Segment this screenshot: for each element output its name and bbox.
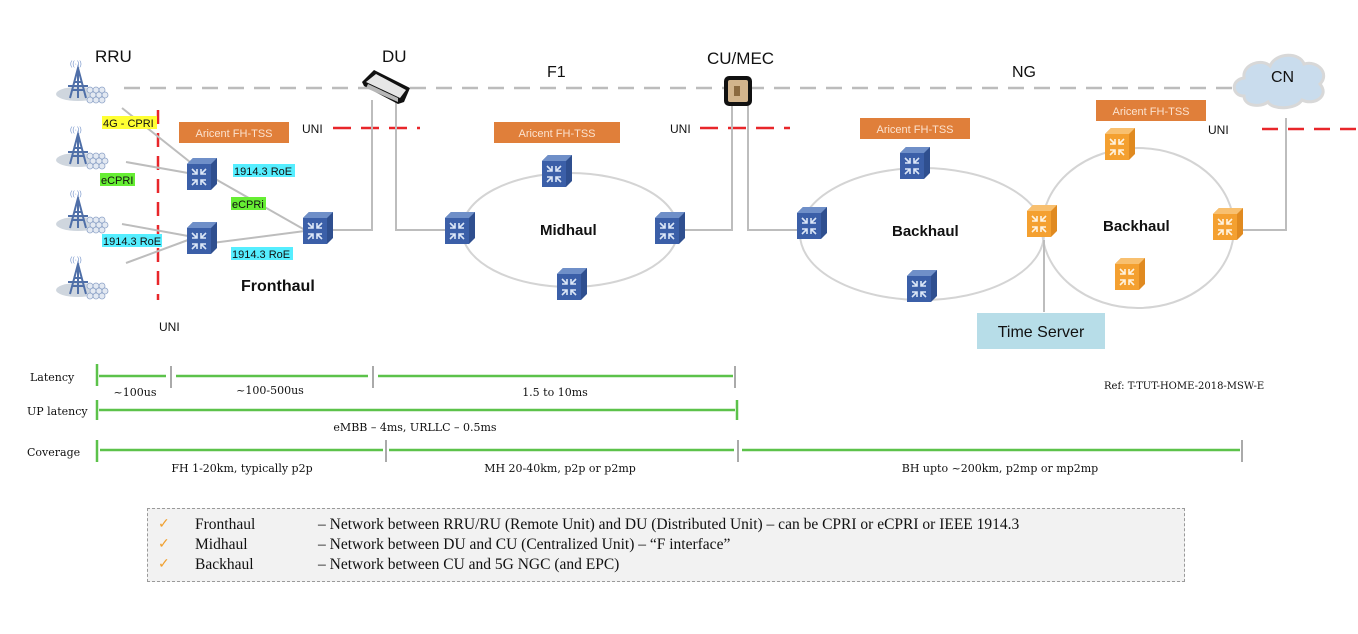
fronthaul-segment-label: Fronthaul <box>241 278 315 295</box>
svg-text:1914.3 RoE: 1914.3 RoE <box>234 166 292 178</box>
latency-value-midhaul: ~100-500us <box>236 384 304 397</box>
rru-tower-4 <box>55 256 109 300</box>
cu-mec-label: CU/MEC <box>707 49 774 68</box>
fronthaul-switch-2 <box>186 221 218 255</box>
backhaul-segment-label-1: Backhaul <box>892 223 959 240</box>
uni-label-cn: UNI <box>1208 123 1229 137</box>
time-server-box: Time Server <box>977 313 1105 349</box>
coverage-row-label: Coverage <box>27 446 80 459</box>
tss-box-midhaul: Aricent FH-TSS <box>494 122 620 143</box>
link-tag-roe-bottom: 1914.3 RoE <box>231 247 293 261</box>
check-icon: ✓ <box>158 557 170 572</box>
svg-text:Aricent FH-TSS: Aricent FH-TSS <box>876 124 953 136</box>
link-tag-ecpri-2: eCPRi <box>231 197 266 211</box>
up-latency-value: eMBB – 4ms, URLLC – 0.5ms <box>333 421 496 434</box>
metric-arrows <box>95 364 1240 462</box>
f1-interface-label: F1 <box>547 64 566 81</box>
backhaul1-switch-left <box>796 206 828 240</box>
up-latency-row-label: UP latency <box>27 405 88 418</box>
backhaul1-switch-bottom <box>906 269 938 303</box>
svg-text:eCPRi: eCPRi <box>232 199 264 211</box>
svg-text:4G - CPRI: 4G - CPRI <box>103 118 154 130</box>
legend-description: – Network between CU and 5G NGC (and EPC… <box>318 556 620 573</box>
uni-label-du: UNI <box>302 122 323 136</box>
svg-text:1914.3 RoE: 1914.3 RoE <box>232 249 290 261</box>
uni-label-fronthaul: UNI <box>159 320 180 334</box>
link-tag-roe-top: 1914.3 RoE <box>233 164 295 178</box>
backhaul-segment-label-2: Backhaul <box>1103 218 1170 235</box>
fronthaul-aggregation-switch <box>302 211 334 245</box>
check-icon: ✓ <box>158 537 170 552</box>
du-device-icon <box>362 70 410 104</box>
backhaul2-switch-top <box>1104 127 1136 161</box>
cu-mec-device-icon <box>724 76 752 106</box>
backhaul-shared-switch <box>1026 204 1058 238</box>
legend-term: Fronthaul <box>195 516 256 533</box>
link-tag-roe-rru: 1914.3 RoE <box>102 234 162 248</box>
metric-dividers <box>170 366 1243 462</box>
legend-description: – Network between RRU/RU (Remote Unit) a… <box>318 516 1020 533</box>
du-label: DU <box>382 47 407 66</box>
svg-text:Aricent FH-TSS: Aricent FH-TSS <box>195 128 272 140</box>
rru-tower-3 <box>55 190 109 234</box>
latency-row-label: Latency <box>30 371 75 384</box>
legend-description: – Network between DU and CU (Centralized… <box>318 536 731 553</box>
midhaul-segment-label: Midhaul <box>540 222 597 239</box>
link-tag-ecpri-1: eCPRI <box>100 173 135 187</box>
latency-value-fronthaul: ~100us <box>114 386 157 399</box>
fronthaul-switch-1 <box>186 157 218 191</box>
backhaul2-switch-bottom <box>1114 257 1146 291</box>
uni-label-cu: UNI <box>670 122 691 136</box>
midhaul-switch-left <box>444 211 476 245</box>
coverage-value-midhaul: MH 20-40km, p2p or p2mp <box>484 462 636 475</box>
midhaul-switch-top <box>541 154 573 188</box>
rru-tower-2 <box>55 126 109 170</box>
svg-text:eCPRI: eCPRI <box>101 175 133 187</box>
cn-label: CN <box>1271 69 1294 86</box>
svg-text:1914.3 RoE: 1914.3 RoE <box>103 236 161 248</box>
legend-term: Backhaul <box>195 556 254 573</box>
backhaul1-switch-top <box>899 146 931 180</box>
rru-label: RRU <box>95 47 132 66</box>
midhaul-switch-bottom <box>556 267 588 301</box>
ng-interface-label: NG <box>1012 64 1036 81</box>
svg-text:Time Server: Time Server <box>998 324 1085 341</box>
check-icon: ✓ <box>158 517 170 532</box>
coverage-value-backhaul: BH upto ~200km, p2mp or mp2mp <box>902 462 1098 475</box>
tss-box-fronthaul: Aricent FH-TSS <box>179 122 289 143</box>
midhaul-switch-right <box>654 211 686 245</box>
tss-box-backhaul-2: Aricent FH-TSS <box>1096 100 1206 121</box>
definitions-legend: ✓ Fronthaul – Network between RRU/RU (Re… <box>147 508 1185 582</box>
link-tag-4g-cpri: 4G - CPRI <box>102 116 157 130</box>
svg-text:Aricent FH-TSS: Aricent FH-TSS <box>1112 106 1189 118</box>
latency-value-backhaul: 1.5 to 10ms <box>522 386 588 399</box>
tss-box-backhaul-1: Aricent FH-TSS <box>860 118 970 139</box>
svg-text:Aricent FH-TSS: Aricent FH-TSS <box>518 128 595 140</box>
backhaul2-switch-right <box>1212 207 1244 241</box>
legend-term: Midhaul <box>195 536 248 553</box>
rru-tower-1 <box>55 60 109 104</box>
reference-note: Ref: T-TUT-HOME-2018-MSW-E <box>1104 381 1264 392</box>
coverage-value-fronthaul: FH 1-20km, typically p2p <box>171 462 312 475</box>
